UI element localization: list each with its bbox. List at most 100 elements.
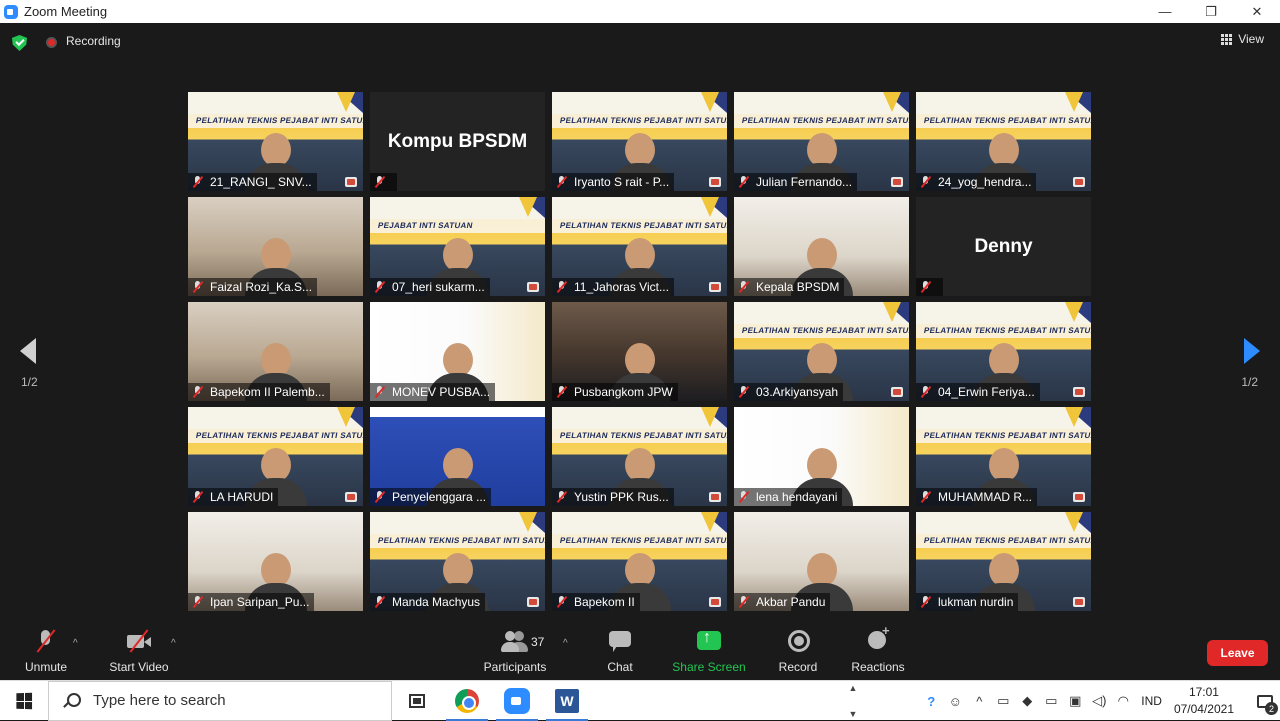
participant-tile[interactable]: Ipan Saripan_Pu... xyxy=(188,512,363,611)
participant-tile[interactable]: lena hendayani xyxy=(734,407,909,506)
participant-tile[interactable]: PELATIHAN TEKNIS PEJABAT INTI SATUAN 04_E… xyxy=(916,302,1091,401)
word-taskbar-app[interactable]: W xyxy=(542,681,592,721)
start-video-button[interactable]: Start Video xyxy=(106,626,172,680)
participant-namebar xyxy=(370,173,397,191)
taskbar-clock[interactable]: 17:01 07/04/2021 xyxy=(1174,684,1234,718)
share-screen-label: Share Screen xyxy=(672,660,746,674)
recording-label[interactable]: Recording xyxy=(66,34,121,48)
maximize-button[interactable]: ❐ xyxy=(1188,0,1234,23)
participant-name: Bapekom II Palemb... xyxy=(210,385,325,399)
record-button[interactable]: Record xyxy=(777,626,819,680)
share-screen-button[interactable]: Share Screen xyxy=(671,626,747,680)
participant-name: Kepala BPSDM xyxy=(756,280,840,294)
participant-tile[interactable]: Denny xyxy=(916,197,1091,296)
participant-tile[interactable]: Penyelenggara ... xyxy=(370,407,545,506)
participant-tile[interactable]: Kepala BPSDM xyxy=(734,197,909,296)
view-button[interactable]: View xyxy=(1221,32,1264,46)
share-screen-icon xyxy=(695,629,723,655)
person-head xyxy=(806,553,837,587)
participant-name: lena hendayani xyxy=(756,490,838,504)
participant-tile[interactable]: PELATIHAN TEKNIS PEJABAT INTI SATUAN 03.A… xyxy=(734,302,909,401)
volume-icon[interactable]: ◁) xyxy=(1087,681,1111,721)
notification-center-button[interactable]: 2 xyxy=(1250,681,1280,721)
person-head xyxy=(806,238,837,272)
banner-text: PELATIHAN TEKNIS PEJABAT INTI SATUAN xyxy=(923,116,1091,125)
chat-button[interactable]: Chat xyxy=(602,626,638,680)
banner-text: PELATIHAN TEKNIS PEJABAT INTI SATUAN xyxy=(559,536,727,545)
chat-icon xyxy=(606,629,634,655)
taskbar-scroll-arrows[interactable]: ▲ ▼ xyxy=(846,683,860,719)
org-logo-icon xyxy=(709,282,721,292)
unmute-button[interactable]: Unmute xyxy=(23,626,69,680)
battery-icon[interactable]: ▭ xyxy=(1039,681,1063,721)
device-icon[interactable]: ▭ xyxy=(991,681,1015,721)
participant-name: Pusbangkom JPW xyxy=(574,385,673,399)
participant-tile[interactable]: PEJABAT INTI SATUAN 07_heri sukarm... xyxy=(370,197,545,296)
participant-namebar: 07_heri sukarm... xyxy=(370,278,490,296)
zoom-taskbar-app[interactable] xyxy=(492,681,542,721)
participant-tile[interactable]: Faizal Rozi_Ka.S... xyxy=(188,197,363,296)
people-icon[interactable]: ☺ xyxy=(943,681,967,721)
participant-tile[interactable]: PELATIHAN TEKNIS PEJABAT INTI SATUAN 11_J… xyxy=(552,197,727,296)
muted-mic-icon xyxy=(556,281,568,293)
participant-tile[interactable]: Bapekom II Palemb... xyxy=(188,302,363,401)
participant-tile[interactable]: Kompu BPSDM xyxy=(370,92,545,191)
clock-time: 17:01 xyxy=(1188,685,1219,699)
muted-mic-icon xyxy=(374,281,386,293)
participant-tile[interactable]: PELATIHAN TEKNIS PEJABAT INTI SATUAN Mand… xyxy=(370,512,545,611)
participant-namebar: MONEV PUSBA... xyxy=(370,383,496,401)
participant-tile[interactable]: Pusbangkom JPW xyxy=(552,302,727,401)
participant-tile[interactable]: PELATIHAN TEKNIS PEJABAT INTI SATUAN Bape… xyxy=(552,512,727,611)
participants-options-caret-icon[interactable]: ^ xyxy=(563,638,568,649)
reactions-button[interactable]: Reactions xyxy=(849,623,907,680)
person-head xyxy=(260,448,291,482)
org-logo-icon xyxy=(1073,387,1085,397)
participant-tile[interactable]: PELATIHAN TEKNIS PEJABAT INTI SATUAN Juli… xyxy=(734,92,909,191)
participant-tile[interactable]: PELATIHAN TEKNIS PEJABAT INTI SATUAN LA H… xyxy=(188,407,363,506)
page-indicator-right: 1/2 xyxy=(1241,375,1258,389)
participant-namebar: Julian Fernando... xyxy=(734,173,858,191)
display-icon[interactable]: ▣ xyxy=(1063,681,1087,721)
participant-namebar: 03.Arkiyansyah xyxy=(734,383,844,401)
audio-options-caret-icon[interactable]: ^ xyxy=(73,638,78,649)
minimize-button[interactable]: — xyxy=(1142,0,1188,23)
muted-mic-icon xyxy=(738,281,750,293)
participant-tile[interactable]: PELATIHAN TEKNIS PEJABAT INTI SATUAN MUHA… xyxy=(916,407,1091,506)
banner-text: PELATIHAN TEKNIS PEJABAT INTI SATUAN xyxy=(741,116,909,125)
participant-name: lukman nurdin xyxy=(938,595,1014,609)
previous-page-arrow-icon[interactable] xyxy=(20,338,36,364)
start-button[interactable] xyxy=(0,681,48,721)
chat-label: Chat xyxy=(607,660,633,674)
participant-name: Manda Machyus xyxy=(392,595,481,609)
task-view-button[interactable] xyxy=(392,681,442,721)
muted-mic-icon xyxy=(920,176,932,188)
close-button[interactable]: ✕ xyxy=(1234,0,1280,23)
next-page-arrow-icon[interactable] xyxy=(1244,338,1260,364)
participant-namebar: 11_Jahoras Vict... xyxy=(552,278,674,296)
leave-button[interactable]: Leave xyxy=(1207,640,1268,666)
muted-mic-icon xyxy=(556,386,568,398)
participant-tile[interactable]: PELATIHAN TEKNIS PEJABAT INTI SATUAN lukm… xyxy=(916,512,1091,611)
language-indicator[interactable]: IND xyxy=(1141,694,1162,708)
participant-name: Julian Fernando... xyxy=(756,175,853,189)
chrome-taskbar-app[interactable] xyxy=(442,681,492,721)
participant-tile[interactable]: PELATIHAN TEKNIS PEJABAT INTI SATUAN Irya… xyxy=(552,92,727,191)
taskbar-search[interactable] xyxy=(48,680,392,721)
participant-tile[interactable]: PELATIHAN TEKNIS PEJABAT INTI SATUAN 24_y… xyxy=(916,92,1091,191)
org-logo-icon xyxy=(891,177,903,187)
participant-tile[interactable]: MONEV PUSBA... xyxy=(370,302,545,401)
person-head xyxy=(260,343,291,377)
show-hidden-icons-icon[interactable]: ^ xyxy=(967,681,991,721)
dropbox-icon[interactable]: ◆ xyxy=(1015,681,1039,721)
participant-tile[interactable]: PELATIHAN TEKNIS PEJABAT INTI SATUAN Yust… xyxy=(552,407,727,506)
participant-name: Akbar Pandu xyxy=(756,595,826,609)
word-icon: W xyxy=(555,688,579,713)
participant-tile[interactable]: PELATIHAN TEKNIS PEJABAT INTI SATUAN KER… xyxy=(188,92,363,191)
participant-namebar: Akbar Pandu xyxy=(734,593,831,611)
video-options-caret-icon[interactable]: ^ xyxy=(171,638,176,649)
search-input[interactable] xyxy=(93,692,373,709)
participant-tile[interactable]: Akbar Pandu xyxy=(734,512,909,611)
help-icon[interactable]: ? xyxy=(919,681,943,721)
person-head xyxy=(624,448,655,482)
wifi-icon[interactable]: ◠ xyxy=(1111,681,1135,721)
